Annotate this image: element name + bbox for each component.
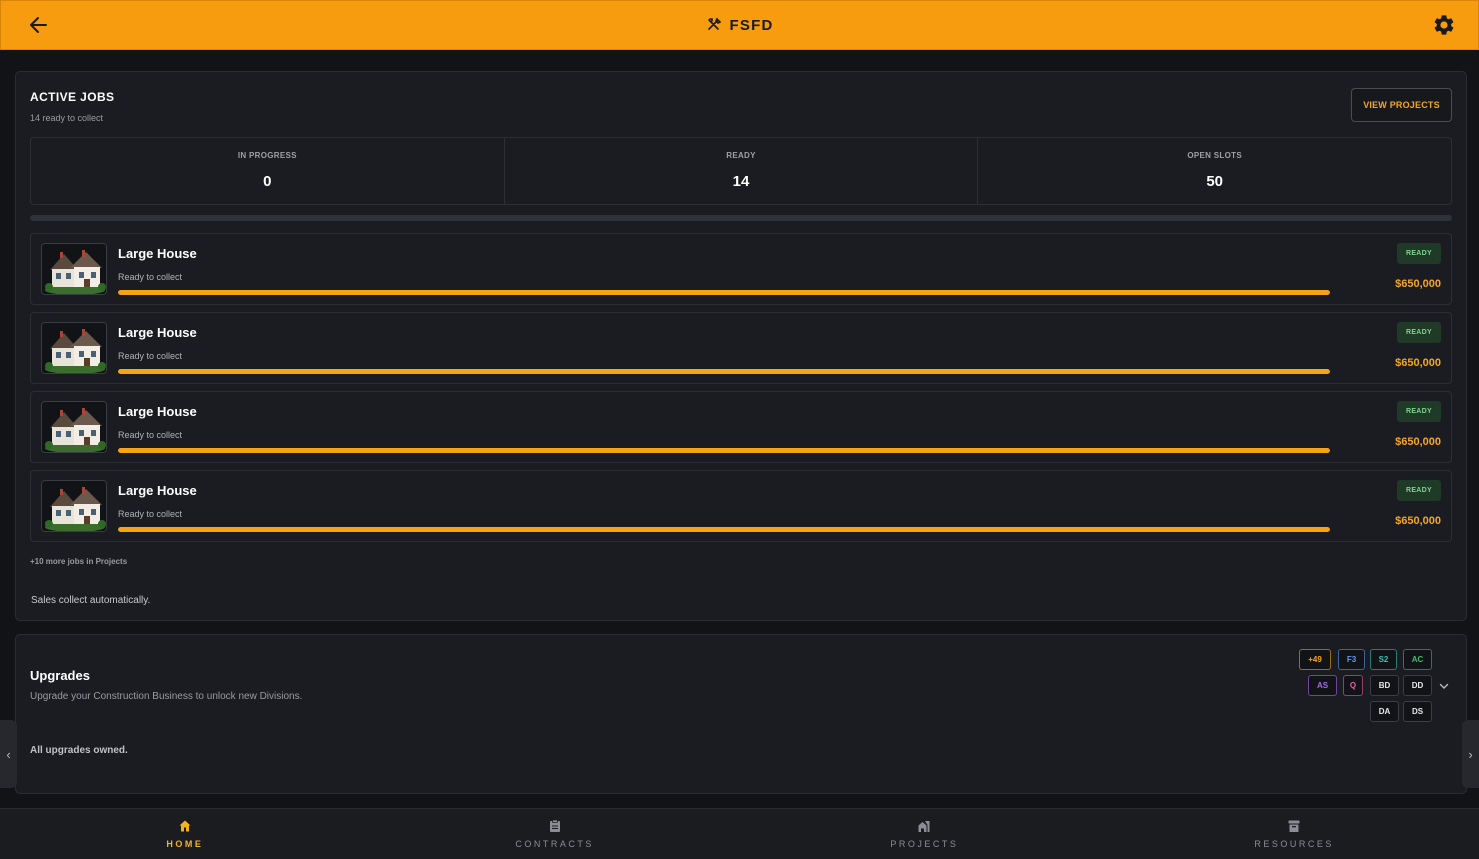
upgrade-chip[interactable]: F3 <box>1338 649 1365 670</box>
nav-label: CONTRACTS <box>515 839 594 849</box>
app-title: FSFD <box>706 17 774 34</box>
house-thumbnail-icon <box>42 244 106 294</box>
ready-badge: READY <box>1397 322 1441 343</box>
job-price: $650,000 <box>1395 515 1441 527</box>
job-progress-fill <box>118 290 1330 295</box>
home-icon <box>179 820 191 832</box>
job-progress-bar <box>118 290 1330 295</box>
house-thumbnail-icon <box>42 402 106 452</box>
stat-open-slots: OPEN SLOTS 50 <box>978 138 1451 204</box>
nav-home[interactable]: HOME <box>0 809 370 859</box>
clipboard-icon <box>549 819 560 832</box>
job-price: $650,000 <box>1395 436 1441 448</box>
stat-label: READY <box>726 151 756 160</box>
job-status: Ready to collect <box>118 509 183 519</box>
job-status: Ready to collect <box>118 351 183 361</box>
upgrade-chip[interactable]: S2 <box>1370 649 1397 670</box>
stat-value: 14 <box>732 173 750 190</box>
arrow-left-icon <box>30 17 47 33</box>
stat-label: OPEN SLOTS <box>1187 151 1242 160</box>
job-price: $650,000 <box>1395 278 1441 290</box>
house-thumbnail-icon <box>42 481 106 531</box>
stat-ready: READY 14 <box>505 138 979 204</box>
upgrade-chip[interactable]: AS <box>1308 675 1337 696</box>
job-thumbnail <box>41 480 107 532</box>
job-thumbnail <box>41 322 107 374</box>
job-row[interactable]: Large House Ready to collect READY $650,… <box>30 391 1452 463</box>
job-status: Ready to collect <box>118 272 183 282</box>
job-status: Ready to collect <box>118 430 183 440</box>
upgrade-chip[interactable]: DD <box>1403 675 1432 696</box>
job-name: Large House <box>118 246 197 261</box>
prev-page-button[interactable]: ‹ <box>0 720 17 788</box>
upgrade-chip[interactable]: DA <box>1370 701 1399 722</box>
chevron-down-icon[interactable] <box>1438 680 1450 692</box>
overall-progress-bar <box>30 215 1452 221</box>
view-projects-button[interactable]: VIEW PROJECTS <box>1351 88 1452 122</box>
nav-contracts[interactable]: CONTRACTS <box>370 809 740 859</box>
job-thumbnail <box>41 243 107 295</box>
back-button[interactable] <box>27 13 51 37</box>
job-progress-fill <box>118 527 1330 532</box>
stat-in-progress: IN PROGRESS 0 <box>31 138 505 204</box>
top-app-bar: FSFD <box>0 0 1479 50</box>
job-progress-bar <box>118 448 1330 453</box>
active-jobs-card: ACTIVE JOBS 14 ready to collect VIEW PRO… <box>15 71 1467 621</box>
upgrade-chip[interactable]: +49 <box>1299 649 1331 670</box>
buildings-icon <box>918 821 930 832</box>
nav-projects[interactable]: PROJECTS <box>740 809 1110 859</box>
nav-label: RESOURCES <box>1254 839 1334 849</box>
job-row[interactable]: Large House Ready to collect READY $650,… <box>30 233 1452 305</box>
upgrades-card: Upgrades Upgrade your Construction Busin… <box>15 634 1467 794</box>
upgrades-title: Upgrades <box>30 668 90 683</box>
active-jobs-subtitle: 14 ready to collect <box>30 113 104 123</box>
gear-icon <box>1434 15 1454 35</box>
ready-badge: READY <box>1397 243 1441 264</box>
settings-button[interactable] <box>1432 13 1456 37</box>
job-progress-fill <box>118 369 1330 374</box>
job-progress-fill <box>118 448 1330 453</box>
page-title: FSFD <box>729 16 774 34</box>
job-progress-bar <box>118 527 1330 532</box>
job-row[interactable]: Large House Ready to collect READY $650,… <box>30 470 1452 542</box>
job-price: $650,000 <box>1395 357 1441 369</box>
auto-collect-note: Sales collect automatically. <box>31 595 151 606</box>
nav-label: PROJECTS <box>890 839 959 849</box>
upgrade-chip[interactable]: DS <box>1403 701 1432 722</box>
upgrade-chip[interactable]: BD <box>1370 675 1399 696</box>
job-name: Large House <box>118 404 197 419</box>
job-thumbnail <box>41 401 107 453</box>
upgrades-owned-note: All upgrades owned. <box>30 745 128 756</box>
stat-label: IN PROGRESS <box>237 151 297 160</box>
upgrade-chip[interactable]: AC <box>1403 649 1432 670</box>
upgrade-chip[interactable]: Q <box>1343 675 1363 696</box>
ready-badge: READY <box>1397 401 1441 422</box>
ready-badge: READY <box>1397 480 1441 501</box>
job-progress-bar <box>118 369 1330 374</box>
nav-resources[interactable]: RESOURCES <box>1109 809 1479 859</box>
stat-value: 50 <box>1206 173 1224 190</box>
job-name: Large House <box>118 325 197 340</box>
job-name: Large House <box>118 483 197 498</box>
bottom-nav: HOME CONTRACTS PROJECTS RESOURCES <box>0 808 1479 859</box>
upgrades-description: Upgrade your Construction Business to un… <box>30 691 303 702</box>
house-thumbnail-icon <box>42 323 106 373</box>
job-row[interactable]: Large House Ready to collect READY $650,… <box>30 312 1452 384</box>
job-stats: IN PROGRESS 0 READY 14 OPEN SLOTS 50 <box>30 137 1452 205</box>
next-page-button[interactable]: › <box>1462 720 1479 788</box>
active-jobs-title: ACTIVE JOBS <box>30 90 115 104</box>
more-jobs-link[interactable]: +10 more jobs in Projects <box>30 557 127 566</box>
nav-label: HOME <box>166 839 204 849</box>
hammer-wrench-icon <box>707 17 721 30</box>
archive-box-icon <box>1288 820 1300 832</box>
stat-value: 0 <box>263 173 272 190</box>
